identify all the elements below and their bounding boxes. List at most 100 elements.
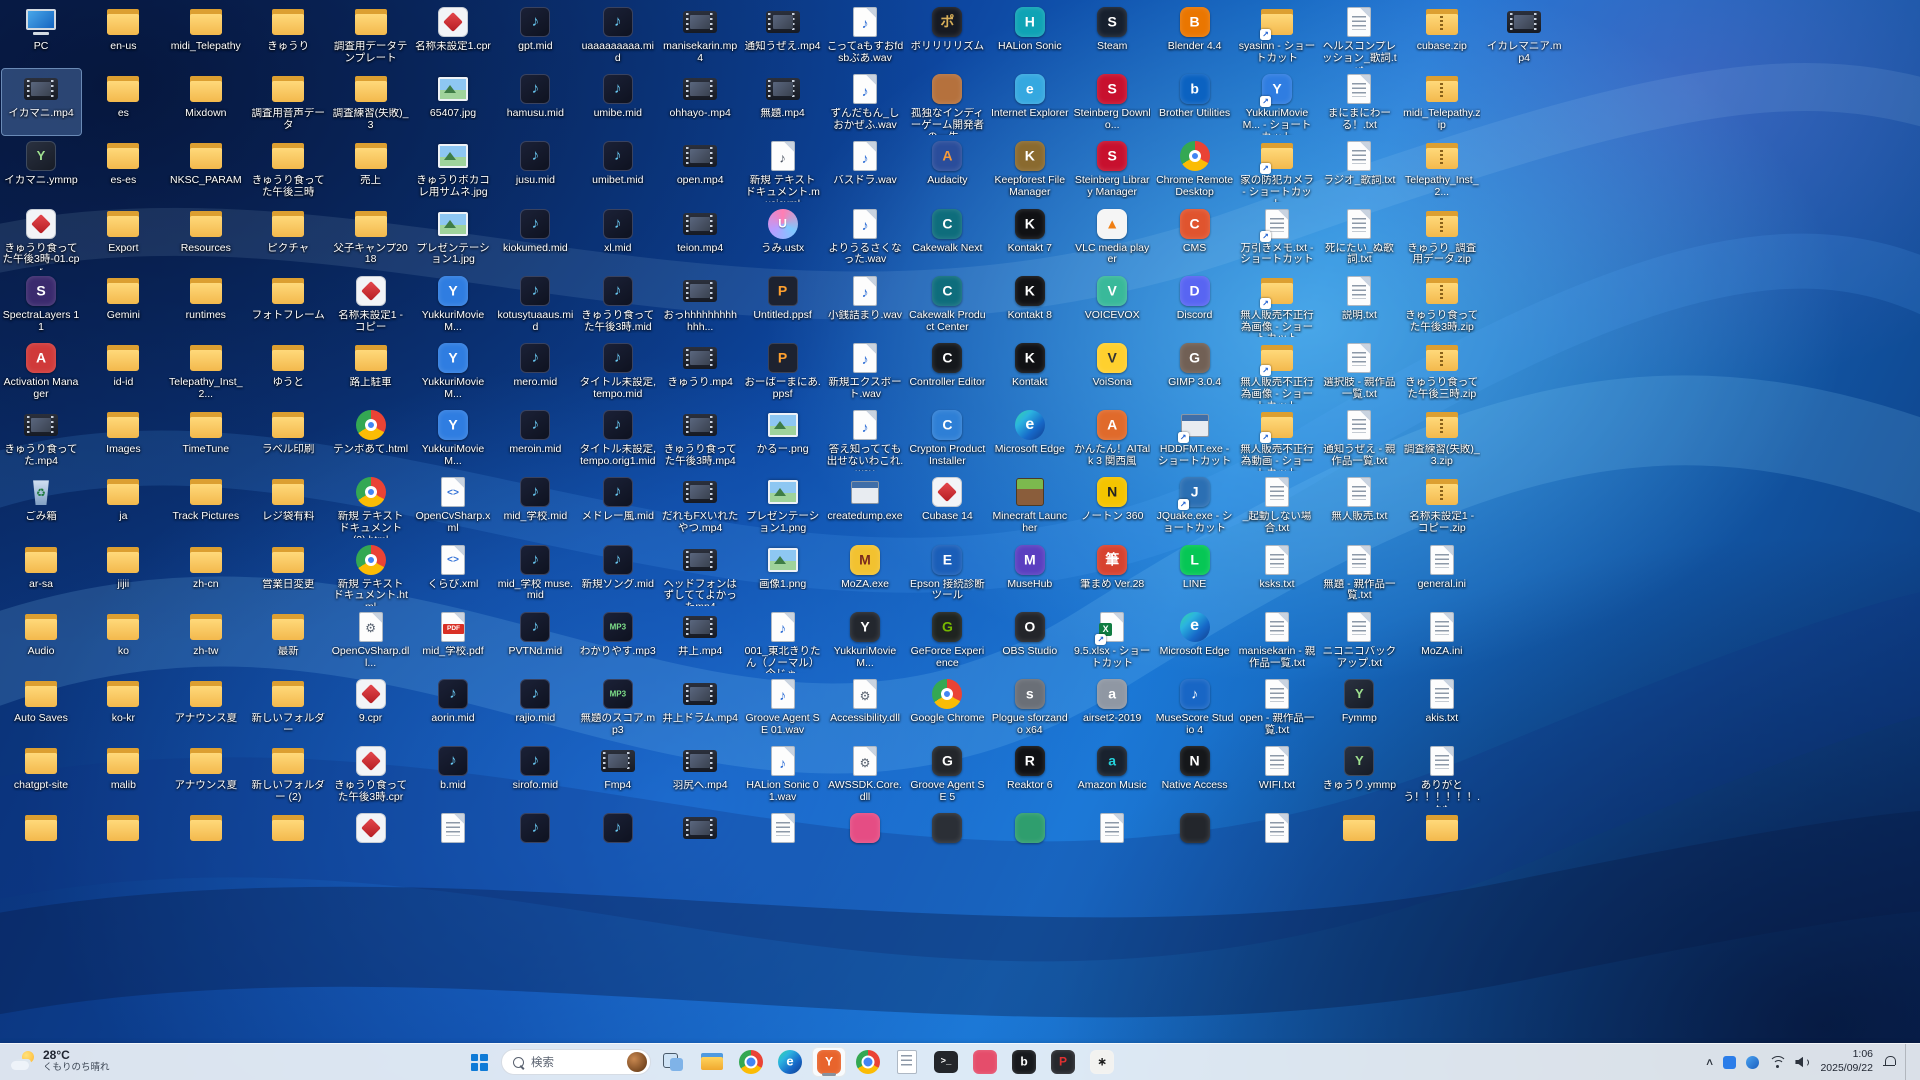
desktop-icon[interactable] <box>331 808 410 874</box>
desktop-icon[interactable]: ja <box>84 472 163 538</box>
desktop-icon[interactable]: OpenCvSharp.dll... <box>331 607 410 673</box>
desktop-icon[interactable]: 井上ドラム.mp4 <box>661 674 740 740</box>
notepad-taskbar-button[interactable] <box>890 1047 924 1077</box>
desktop-icon[interactable]: イカレマニア.mp4 <box>1485 2 1564 68</box>
weather-widget[interactable]: 28°C くもりのち晴れ <box>4 1046 120 1077</box>
desktop-icon[interactable]: Discord <box>1155 271 1234 337</box>
desktop-icon[interactable]: ↗HDDFMT.exe - ショートカット <box>1155 405 1234 471</box>
desktop-icon[interactable]: teion.mp4 <box>661 204 740 270</box>
desktop-icon[interactable] <box>1320 808 1399 874</box>
desktop-icon[interactable]: MuseHub <box>990 540 1069 606</box>
desktop-icon[interactable]: Telepathy_Inst_2... <box>166 338 245 404</box>
desktop-icon[interactable]: Native Access <box>1155 741 1234 807</box>
desktop-icon[interactable]: かるー.png <box>743 405 822 471</box>
wifi-icon[interactable] <box>1769 1056 1785 1068</box>
desktop-icon[interactable]: Telepathy_Inst_2... <box>1402 136 1481 202</box>
desktop-icon[interactable]: gpt.mid <box>496 2 575 68</box>
desktop-icon[interactable] <box>496 808 575 874</box>
desktop-icon[interactable]: だれもFXいれたやつ.mp4 <box>661 472 740 538</box>
desktop-icon[interactable]: zh-tw <box>166 607 245 673</box>
desktop-icon[interactable]: Epson 接続診断ツール <box>908 540 987 606</box>
desktop-icon[interactable]: Cubase 14 <box>908 472 987 538</box>
desktop-icon[interactable]: 孤独なインディーゲーム開発者の一生... <box>908 69 987 135</box>
desktop-icon[interactable]: HALion Sonic <box>990 2 1069 68</box>
desktop-icon[interactable] <box>908 808 987 874</box>
desktop-icon[interactable]: 通知うぜえ.mp4 <box>743 2 822 68</box>
desktop-icon[interactable]: LINE <box>1155 540 1234 606</box>
desktop-icon[interactable]: PVTNd.mid <box>496 607 575 673</box>
desktop-icon[interactable]: MuseScore Studio 4 <box>1155 674 1234 740</box>
desktop-icon[interactable]: Controller Editor <box>908 338 987 404</box>
desktop-icon[interactable]: Amazon Music <box>1073 741 1152 807</box>
desktop-icon[interactable]: aorin.mid <box>414 674 493 740</box>
desktop-icon[interactable]: es <box>84 69 163 135</box>
desktop-icon[interactable] <box>249 808 328 874</box>
desktop-icon[interactable]: きゅうり食ってた午後3時-01.cpr <box>2 204 81 270</box>
desktop-icon[interactable]: ずんだもん_しおかぜふ.wav <box>826 69 905 135</box>
desktop-icon[interactable]: open - 親作品一覧.txt <box>1238 674 1317 740</box>
desktop-icon[interactable] <box>84 808 163 874</box>
desktop-icon[interactable]: ヘルスコンプレッション_歌詞.txt <box>1320 2 1399 68</box>
desktop-icon[interactable]: Cakewalk Product Center <box>908 271 987 337</box>
desktop-icon[interactable]: ありがとう！！！！！！.txt <box>1402 741 1481 807</box>
desktop-icon[interactable]: よりうるさくなった.wav <box>826 204 905 270</box>
desktop-icon[interactable]: 新しいフォルダー (2) <box>249 741 328 807</box>
desktop-icon[interactable]: きゅうり.ymmp <box>1320 741 1399 807</box>
desktop-icon[interactable]: Kontakt <box>990 338 1069 404</box>
desktop-icon[interactable]: b.mid <box>414 741 493 807</box>
desktop-icon[interactable]: mid_学校 muse.mid <box>496 540 575 606</box>
desktop-icon[interactable]: 新しいフォルダー <box>249 674 328 740</box>
desktop-icon[interactable]: uaaaaaaaaa.mid <box>578 2 657 68</box>
desktop-icon[interactable]: 新規 テキスト ドキュメント.html <box>331 540 410 606</box>
desktop-icon[interactable]: 新規 テキスト ドキュメント (2).html <box>331 472 410 538</box>
desktop-icon[interactable]: sirofo.mid <box>496 741 575 807</box>
desktop-icon[interactable]: ↗家の防犯カメラ - ショートカット <box>1238 136 1317 202</box>
volume-icon[interactable] <box>1795 1056 1810 1069</box>
desktop-icon[interactable]: 選択肢 - 親作品一覧.txt <box>1320 338 1399 404</box>
desktop-icon[interactable]: OpenCvSharp.xml <box>414 472 493 538</box>
desktop-icon[interactable]: ↗YukkuriMovieM... - ショートカット <box>1238 69 1317 135</box>
desktop-icon[interactable]: Activation Manager <box>2 338 81 404</box>
desktop-icon[interactable]: jusu.mid <box>496 136 575 202</box>
desktop-icon[interactable]: VOICEVOX <box>1073 271 1152 337</box>
desktop-icon[interactable]: 画像1.png <box>743 540 822 606</box>
desktop-icon[interactable]: フォトフレーム <box>249 271 328 337</box>
desktop-icon[interactable]: en-us <box>84 2 163 68</box>
desktop-icon[interactable]: CMS <box>1155 204 1234 270</box>
desktop-icon[interactable] <box>1073 808 1152 874</box>
desktop-icon[interactable]: ko <box>84 607 163 673</box>
desktop-icon[interactable] <box>661 808 740 874</box>
desktop-icon[interactable]: Resources <box>166 204 245 270</box>
desktop-icon[interactable]: Steinberg Downlo... <box>1073 69 1152 135</box>
desktop-icon[interactable]: 調査練習(失敗)_3.zip <box>1402 405 1481 471</box>
desktop-icon[interactable] <box>2 808 81 874</box>
desktop-icon[interactable]: YukkuriMovieM... <box>826 607 905 673</box>
desktop-icon[interactable]: きゅうり食ってた午後3時.mp4 <box>661 405 740 471</box>
show-desktop-button[interactable] <box>1905 1044 1910 1080</box>
desktop-icon[interactable]: jijii <box>84 540 163 606</box>
desktop-icon[interactable] <box>826 808 905 874</box>
desktop-icon[interactable]: MoZA.ini <box>1402 607 1481 673</box>
desktop-icon[interactable]: Kontakt 7 <box>990 204 1069 270</box>
desktop-icon[interactable]: 9.cpr <box>331 674 410 740</box>
desktop-icon[interactable]: Auto Saves <box>2 674 81 740</box>
desktop-icon[interactable]: 筆まめ Ver.28 <box>1073 540 1152 606</box>
desktop-icon[interactable]: 小銭詰まり.wav <box>826 271 905 337</box>
desktop-icon[interactable]: ↗JQuake.exe - ショートカット <box>1155 472 1234 538</box>
start-button[interactable] <box>462 1047 496 1077</box>
desktop-icon[interactable]: くらび.xml <box>414 540 493 606</box>
desktop-icon[interactable] <box>166 808 245 874</box>
file-explorer-taskbar-button[interactable] <box>695 1047 729 1077</box>
desktop-icon[interactable]: ノートン 360 <box>1073 472 1152 538</box>
desktop-icon[interactable]: Fymmp <box>1320 674 1399 740</box>
desktop-icon[interactable]: zh-cn <box>166 540 245 606</box>
desktop-icon[interactable]: Blender 4.4 <box>1155 2 1234 68</box>
desktop-icon[interactable]: アナウンス夏 <box>166 674 245 740</box>
desktop-icon[interactable]: AWSSDK.Core.dll <box>826 741 905 807</box>
desktop-icon[interactable] <box>1402 808 1481 874</box>
desktop-icon[interactable]: ヘッドフォンはずしててよかったmp4 <box>661 540 740 606</box>
desktop-icon[interactable]: 無題.mp4 <box>743 69 822 135</box>
desktop-icon[interactable]: es-es <box>84 136 163 202</box>
desktop-icon[interactable]: きゅうり食ってた午後三時 <box>249 136 328 202</box>
desktop-icon[interactable] <box>990 808 1069 874</box>
